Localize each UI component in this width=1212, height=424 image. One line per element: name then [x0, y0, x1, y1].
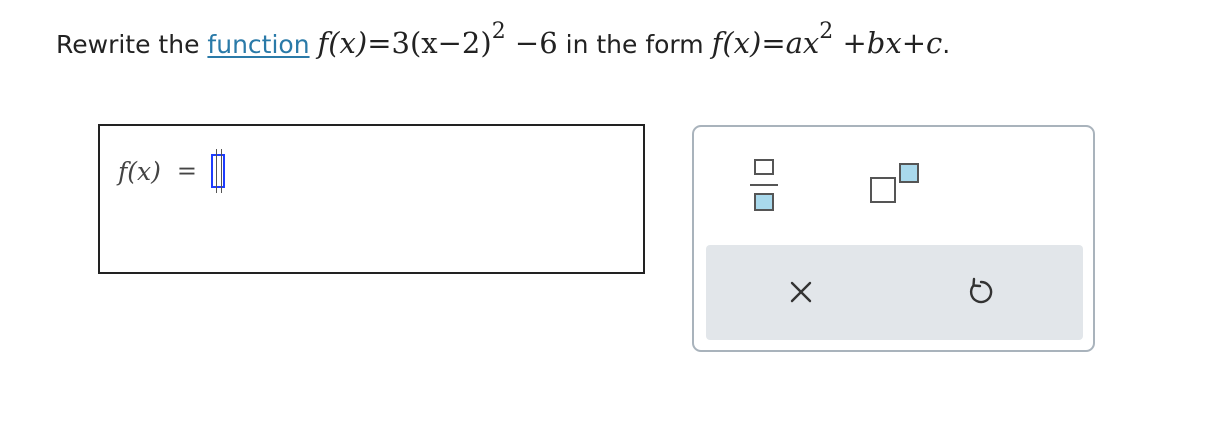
target-exponent: 2	[819, 19, 834, 44]
close-icon	[790, 281, 812, 303]
given-function: f(x)=3(x−2)2 −6	[317, 19, 558, 60]
target-lhs: f(x)	[711, 26, 762, 60]
answer-expression: f(x) =	[118, 146, 225, 196]
undo-icon	[969, 277, 993, 304]
target-rhs-head: =ax	[761, 26, 820, 60]
fraction-numerator-box	[754, 159, 774, 175]
prompt-middle: in the form	[565, 30, 704, 59]
answer-equals: =	[176, 157, 197, 185]
answer-input-box[interactable]: f(x) =	[98, 124, 645, 274]
undo-button[interactable]	[964, 275, 998, 309]
answer-lhs: f(x)	[118, 156, 161, 186]
given-exponent: 2	[491, 19, 506, 44]
clear-button[interactable]	[784, 275, 818, 309]
given-rhs-tail: −6	[514, 26, 558, 60]
exponent-power-box	[899, 163, 919, 183]
fraction-bar	[750, 184, 778, 186]
fraction-button[interactable]	[750, 151, 778, 215]
exponent-button[interactable]	[868, 157, 928, 205]
given-lhs: f(x)	[317, 26, 368, 60]
palette-action-bar	[706, 245, 1083, 340]
prompt-suffix: .	[942, 30, 951, 59]
answer-entry-slot[interactable]	[210, 149, 225, 193]
given-rhs-main: =3(x−2)	[367, 26, 492, 60]
target-form: f(x)=ax2 +bx+c	[711, 19, 943, 60]
exponent-base-box	[870, 177, 896, 203]
target-rhs-tail: +bx+c	[842, 26, 943, 60]
function-link[interactable]: function	[207, 30, 309, 59]
prompt-prefix: Rewrite the	[56, 30, 200, 59]
question-prompt: Rewrite the function f(x)=3(x−2)2 −6 in …	[56, 8, 1206, 78]
math-palette	[692, 125, 1095, 352]
fraction-denominator-box	[754, 193, 774, 211]
